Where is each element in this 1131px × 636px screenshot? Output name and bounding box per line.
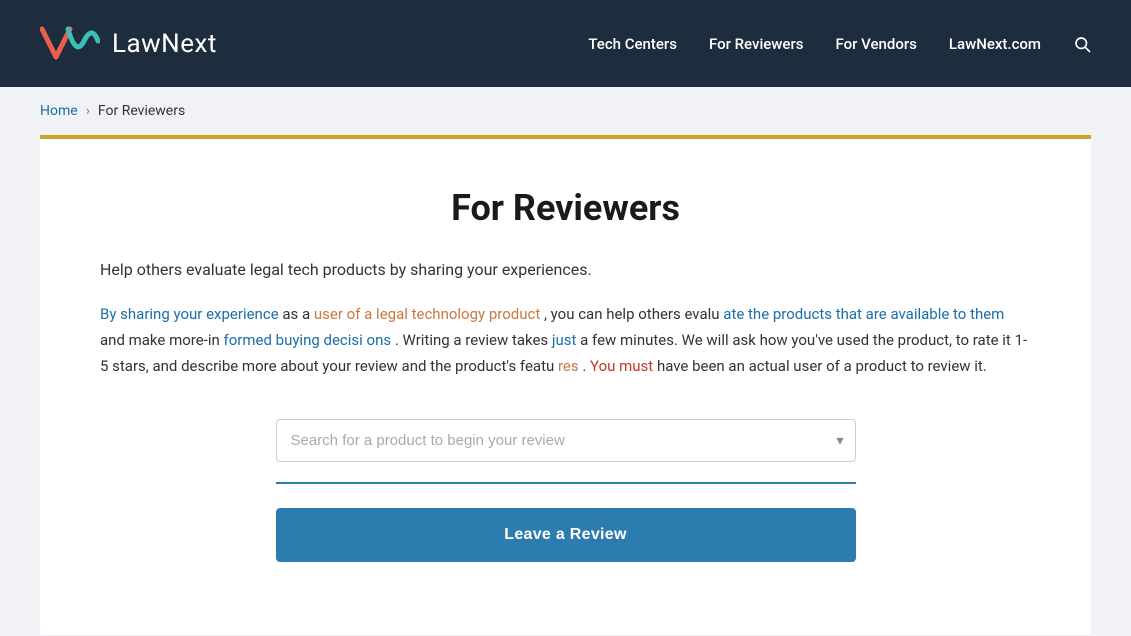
- text-formed: formed buying decisi: [224, 331, 363, 349]
- leave-review-button[interactable]: Leave a Review: [276, 508, 856, 562]
- text-you-must: You must: [590, 357, 653, 375]
- breadcrumb-current: For Reviewers: [98, 103, 185, 119]
- search-underline: [276, 482, 856, 484]
- review-button-container: Leave a Review: [276, 508, 856, 562]
- text-and: and make more-in: [100, 331, 220, 349]
- logo-text: LawNext: [112, 29, 217, 59]
- nav-for-vendors[interactable]: For Vendors: [836, 35, 917, 53]
- text-have: have been an actual user of a product to…: [657, 357, 987, 375]
- main-content: For Reviewers Help others evaluate legal…: [40, 135, 1091, 635]
- text-res: res: [558, 357, 579, 375]
- text-you: .: [582, 357, 590, 375]
- search-icon[interactable]: [1073, 35, 1091, 53]
- breadcrumb-home[interactable]: Home: [40, 103, 78, 119]
- page-title: For Reviewers: [100, 187, 1031, 229]
- nav-for-reviewers[interactable]: For Reviewers: [709, 35, 804, 53]
- text-as: as a: [282, 305, 314, 323]
- text-ate: ate the products that are available to t…: [723, 305, 1004, 323]
- main-nav: Tech Centers For Reviewers For Vendors L…: [588, 35, 1091, 53]
- logo-container: LawNext: [40, 21, 217, 66]
- nav-lawnext-com[interactable]: LawNext.com: [949, 35, 1041, 53]
- text-ons: ons: [367, 331, 392, 349]
- breadcrumb-separator: ›: [86, 103, 90, 119]
- text-comma: , you can help others evalu: [544, 305, 720, 323]
- intro-text-content: Help others evaluate legal tech products…: [100, 260, 592, 279]
- nav-tech-centers[interactable]: Tech Centers: [588, 35, 677, 53]
- text-writing: . Writing a review takes: [395, 331, 552, 349]
- logo-icon: [40, 21, 100, 66]
- body-paragraph: By sharing your experience as a user of …: [100, 301, 1031, 380]
- intro-paragraph: Help others evaluate legal tech products…: [100, 257, 1031, 283]
- breadcrumb: Home › For Reviewers: [0, 87, 1131, 135]
- search-container: ▾: [276, 419, 856, 462]
- product-search-input[interactable]: [276, 419, 856, 462]
- site-header: LawNext Tech Centers For Reviewers For V…: [0, 0, 1131, 87]
- text-just: just: [552, 331, 577, 349]
- text-by: By sharing your experience: [100, 305, 279, 323]
- text-user: user of a legal technology product: [314, 305, 540, 323]
